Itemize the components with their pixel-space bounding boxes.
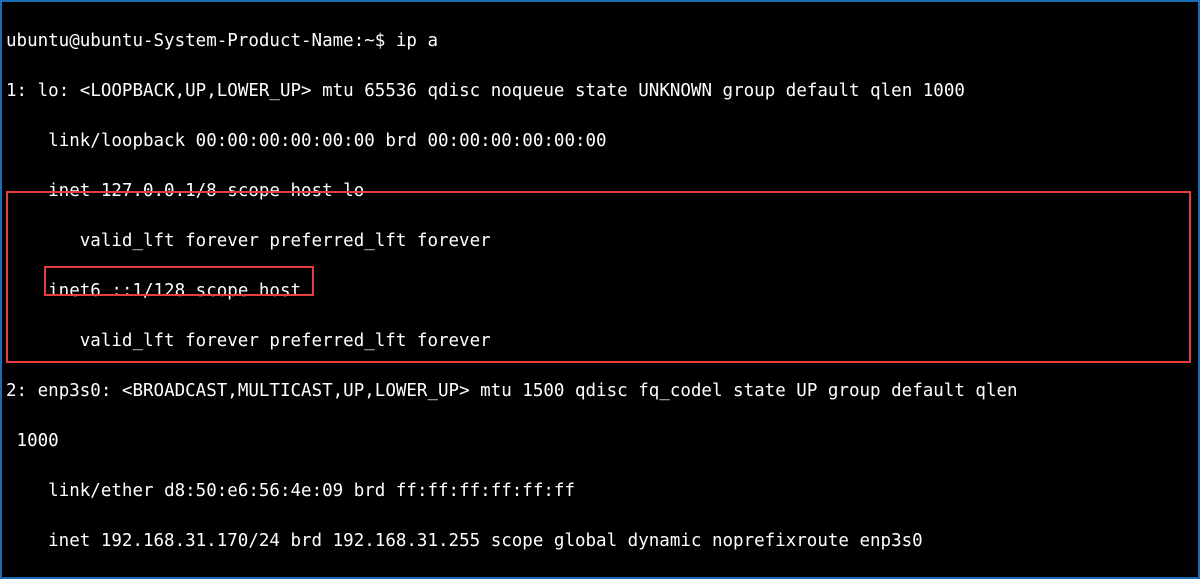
iface-enp3s0-header-wrap: 1000	[6, 429, 1198, 454]
iface-lo-link: link/loopback 00:00:00:00:00:00 brd 00:0…	[6, 129, 1198, 154]
iface-enp3s0-inet: inet 192.168.31.170/24 brd 192.168.31.25…	[6, 529, 1198, 554]
iface-enp3s0-link: link/ether d8:50:e6:56:4e:09 brd ff:ff:f…	[6, 479, 1198, 504]
iface-lo-inet-valid: valid_lft forever preferred_lft forever	[6, 229, 1198, 254]
prompt-line-1: ubuntu@ubuntu-System-Product-Name:~$ ip …	[6, 29, 1198, 54]
iface-lo-inet: inet 127.0.0.1/8 scope host lo	[6, 179, 1198, 204]
command-text: ip a	[396, 31, 438, 51]
prompt-user: ubuntu	[6, 31, 69, 51]
iface-enp3s0-header: 2: enp3s0: <BROADCAST,MULTICAST,UP,LOWER…	[6, 379, 1198, 404]
iface-lo-inet6-valid: valid_lft forever preferred_lft forever	[6, 329, 1198, 354]
terminal-window[interactable]: ubuntu@ubuntu-System-Product-Name:~$ ip …	[0, 0, 1200, 579]
prompt-path: ~	[364, 31, 375, 51]
prompt-symbol: $	[375, 31, 386, 51]
highlighted-ip: 192.168.31.170/24	[101, 531, 280, 551]
iface-lo-header: 1: lo: <LOOPBACK,UP,LOWER_UP> mtu 65536 …	[6, 79, 1198, 104]
iface-lo-inet6: inet6 ::1/128 scope host	[6, 279, 1198, 304]
prompt-host: ubuntu-System-Product-Name	[80, 31, 354, 51]
